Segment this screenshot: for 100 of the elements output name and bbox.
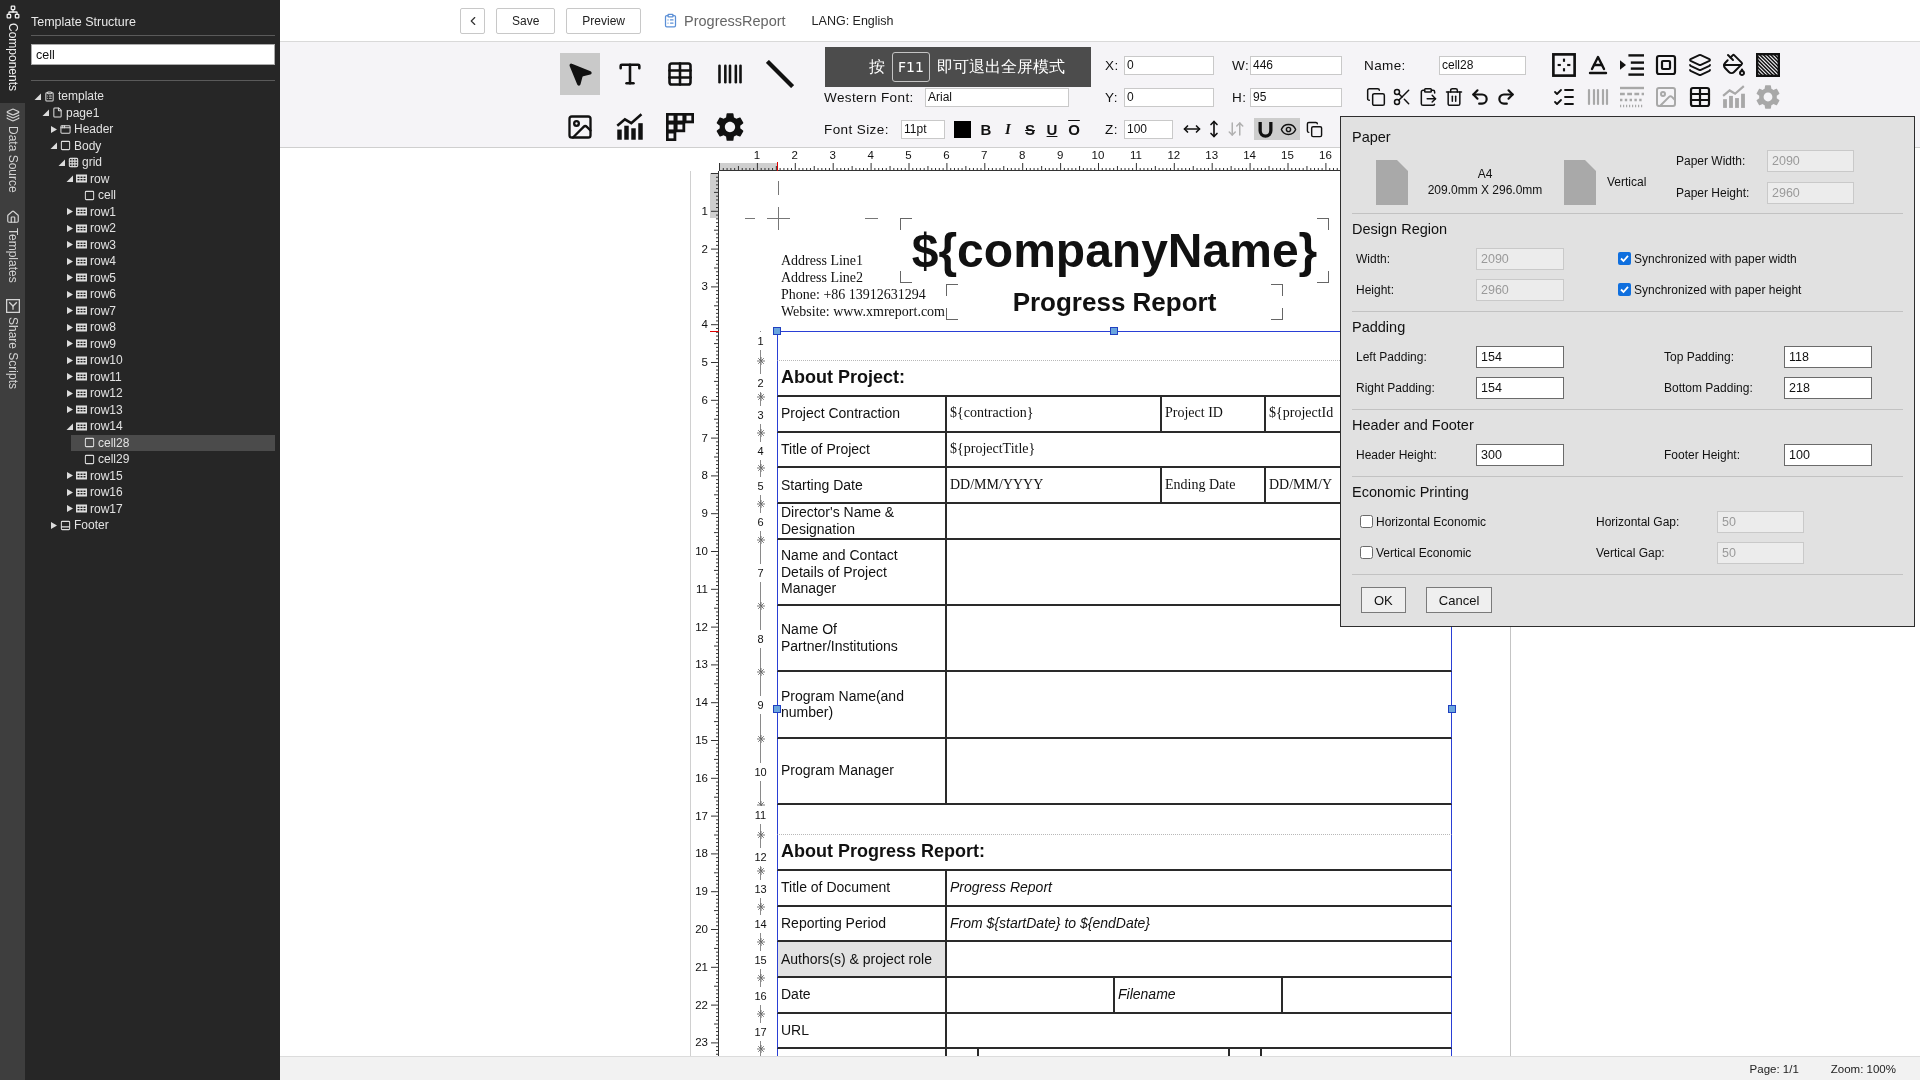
- table-cell[interactable]: Authors(s) & project role: [778, 942, 947, 976]
- input-field[interactable]: 154: [1476, 345, 1564, 368]
- caret-down-icon[interactable]: [66, 175, 73, 183]
- table-cell[interactable]: Director's Name & Designation: [778, 504, 947, 538]
- strike-button[interactable]: S: [1019, 118, 1041, 140]
- caret-right-icon[interactable]: [66, 356, 73, 364]
- tree-item[interactable]: Body: [47, 137, 275, 154]
- toggle-button[interactable]: [1277, 118, 1300, 140]
- side-tab[interactable]: Templates: [0, 204, 25, 295]
- checkbox[interactable]: [1360, 546, 1373, 559]
- tree-item[interactable]: row13: [63, 401, 275, 418]
- input-field[interactable]: 100: [1124, 119, 1173, 139]
- tree-item[interactable]: Header: [47, 121, 275, 138]
- tree-item[interactable]: row12: [63, 385, 275, 402]
- caret-right-icon[interactable]: [66, 208, 73, 216]
- italic-button[interactable]: I: [997, 118, 1019, 140]
- copy-icon[interactable]: [1305, 120, 1323, 138]
- tree-item[interactable]: page1: [39, 104, 275, 121]
- tree-item[interactable]: row8: [63, 319, 275, 336]
- caret-right-icon[interactable]: [50, 125, 57, 133]
- paste-icon[interactable]: [1418, 87, 1438, 107]
- input-field[interactable]: 118: [1784, 345, 1872, 368]
- tree-item[interactable]: cell28: [71, 434, 275, 451]
- color-swatch-icon[interactable]: [954, 120, 971, 138]
- tree-item[interactable]: row: [63, 170, 275, 187]
- table-cell[interactable]: Reporting Period: [778, 906, 947, 941]
- caret-right-icon[interactable]: [66, 505, 73, 513]
- caret-right-icon[interactable]: [66, 340, 73, 348]
- tree-item[interactable]: row11: [63, 368, 275, 385]
- caret-right-icon[interactable]: [66, 290, 73, 298]
- square-in-square-icon[interactable]: [1654, 53, 1678, 77]
- overline-button[interactable]: O: [1063, 118, 1085, 140]
- tree-item[interactable]: row15: [63, 467, 275, 484]
- dialog-button[interactable]: Cancel: [1425, 587, 1493, 613]
- tree-item[interactable]: Footer: [47, 517, 275, 534]
- caret-right-icon[interactable]: [66, 488, 73, 496]
- resize-handle[interactable]: [773, 327, 781, 335]
- table-cell[interactable]: DD/MM/YYYY: [947, 468, 1162, 503]
- font-field[interactable]: Arial: [925, 87, 1069, 107]
- undo-icon[interactable]: [1470, 87, 1490, 107]
- caret-down-icon[interactable]: [50, 142, 57, 150]
- table-cell[interactable]: ${contraction}: [947, 397, 1162, 431]
- input-field[interactable]: 95: [1250, 87, 1342, 107]
- table-cell[interactable]: About Progress Report:: [778, 834, 1451, 869]
- tree-item[interactable]: row2: [63, 220, 275, 237]
- bold-button[interactable]: B: [975, 118, 997, 140]
- table-icon[interactable]: [1688, 85, 1712, 109]
- tree-item[interactable]: row5: [63, 269, 275, 286]
- table-cell[interactable]: Project ID: [1162, 397, 1266, 431]
- resize-handle[interactable]: [1448, 705, 1456, 713]
- tool-button[interactable]: [560, 53, 600, 95]
- side-tab[interactable]: Data Source: [0, 103, 25, 205]
- tree-item[interactable]: cell: [71, 187, 275, 204]
- paint-bucket-icon[interactable]: [1722, 53, 1746, 77]
- report-title-text[interactable]: Progress Report: [946, 284, 1283, 320]
- resize-handle[interactable]: [773, 705, 781, 713]
- tree-item[interactable]: grid: [55, 154, 275, 171]
- caret-right-icon[interactable]: [66, 241, 73, 249]
- underline-button[interactable]: U: [1041, 118, 1063, 140]
- caret-right-icon[interactable]: [66, 373, 73, 381]
- checkbox[interactable]: [1618, 252, 1631, 265]
- tree-item[interactable]: cell29: [71, 451, 275, 468]
- table-cell[interactable]: Progress Report: [947, 870, 1451, 905]
- caret-right-icon[interactable]: [66, 224, 73, 232]
- dialog-button[interactable]: OK: [1361, 587, 1406, 613]
- resize-handle[interactable]: [1110, 327, 1118, 335]
- search-field[interactable]: cell: [31, 44, 275, 65]
- tree-item[interactable]: row10: [63, 352, 275, 369]
- toolbar-button[interactable]: Preview: [566, 7, 642, 34]
- table-cell[interactable]: Project Contraction: [778, 397, 947, 431]
- caret-down-icon[interactable]: [34, 92, 41, 100]
- trash-icon[interactable]: [1444, 87, 1464, 107]
- tree-item[interactable]: row9: [63, 335, 275, 352]
- company-name-text[interactable]: ${companyName}: [900, 218, 1329, 283]
- checkbox[interactable]: [1360, 515, 1373, 528]
- input-field[interactable]: 0: [1124, 55, 1214, 75]
- tree-item[interactable]: row6: [63, 286, 275, 303]
- input-field[interactable]: 154: [1476, 376, 1564, 399]
- table-cell[interactable]: Name and Contact Details of Project Manager: [778, 539, 947, 605]
- caret-right-icon[interactable]: [66, 472, 73, 480]
- table-cell[interactable]: Filename: [1115, 978, 1283, 1012]
- table-cell[interactable]: From ${startDate} to ${endDate}: [947, 906, 1451, 941]
- caret-right-icon[interactable]: [66, 406, 73, 414]
- font-size-field[interactable]: 11pt: [901, 119, 945, 139]
- side-tab[interactable]: Share Scripts: [0, 294, 25, 402]
- name-field[interactable]: cell28: [1439, 55, 1526, 75]
- tree-item[interactable]: row16: [63, 484, 275, 501]
- cut-icon[interactable]: [1392, 87, 1412, 107]
- tree-item[interactable]: template: [31, 88, 275, 105]
- caret-right-icon[interactable]: [66, 257, 73, 265]
- caret-right-icon[interactable]: [66, 389, 73, 397]
- caret-right-icon[interactable]: [66, 307, 73, 315]
- border-icon[interactable]: [1552, 53, 1576, 77]
- indent-icon[interactable]: [1620, 53, 1644, 77]
- caret-down-icon[interactable]: [66, 422, 73, 430]
- caret-right-icon[interactable]: [50, 521, 57, 529]
- checkbox[interactable]: [1618, 283, 1631, 296]
- side-tab[interactable]: Components: [0, 0, 25, 104]
- caret-right-icon[interactable]: [66, 274, 73, 282]
- tree-item[interactable]: row4: [63, 253, 275, 270]
